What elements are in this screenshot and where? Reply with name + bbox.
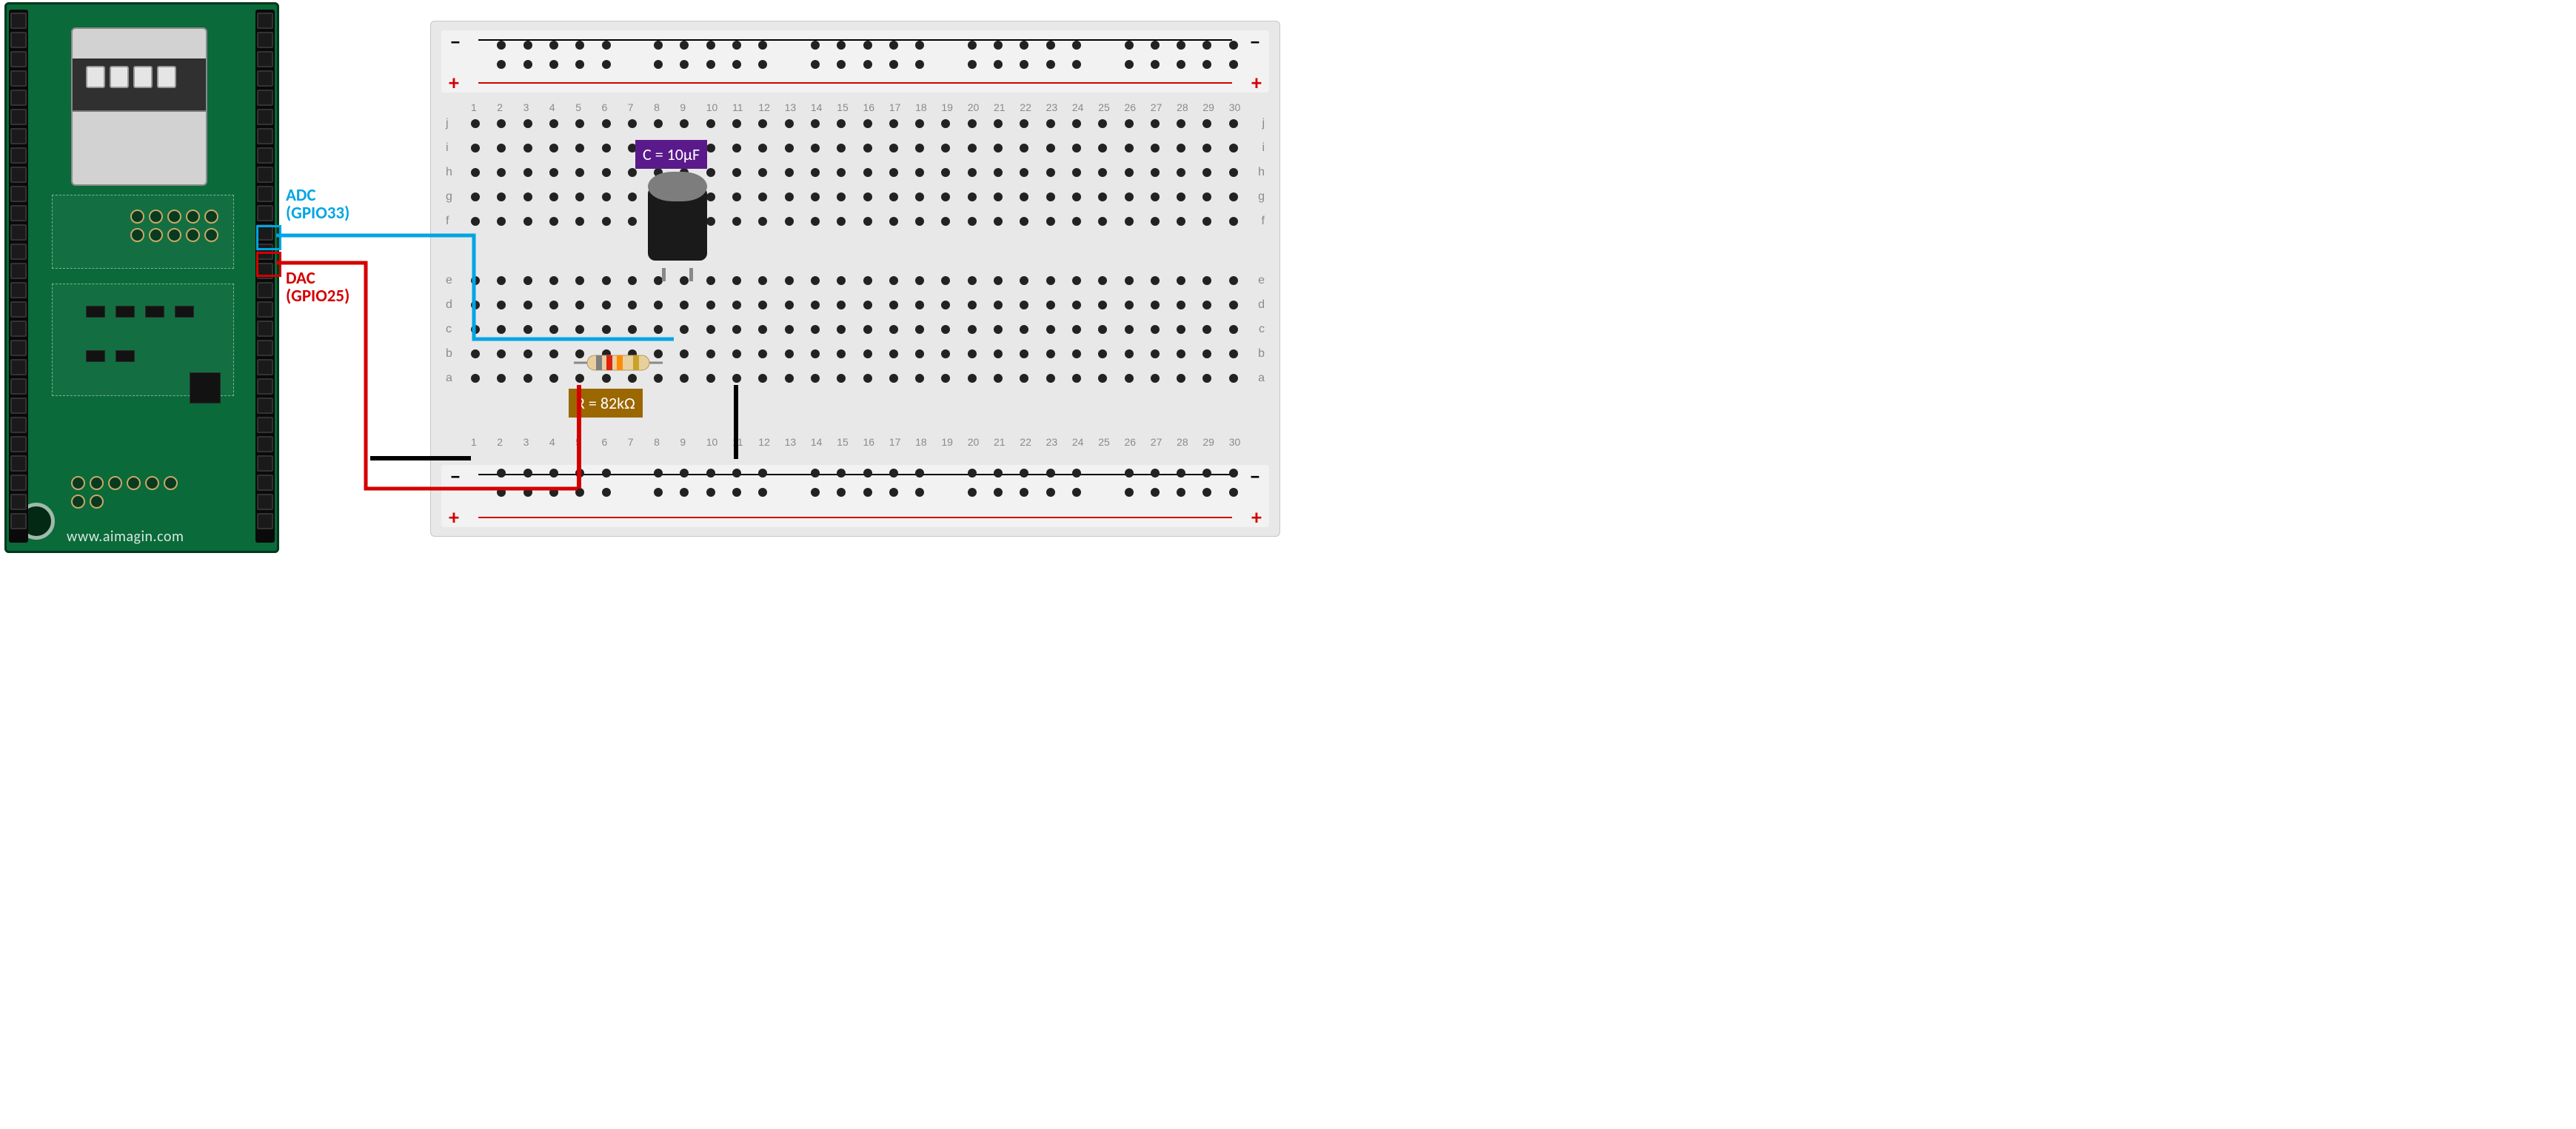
col-num-top: 2 bbox=[497, 101, 503, 113]
col-num-top: 29 bbox=[1202, 101, 1214, 113]
col-num-bottom: 14 bbox=[811, 436, 823, 448]
col-num-top: 14 bbox=[811, 101, 823, 113]
adc-pin-highlight bbox=[256, 225, 281, 250]
col-num-top: 16 bbox=[863, 101, 875, 113]
dac-label: DAC (GPIO25) bbox=[286, 269, 349, 305]
row-letter: i bbox=[1262, 141, 1265, 155]
col-num-bottom: 8 bbox=[654, 436, 660, 448]
sd-card-slot bbox=[71, 27, 207, 186]
row-letter: b bbox=[1258, 347, 1265, 361]
col-num-top: 18 bbox=[915, 101, 927, 113]
col-num-top: 25 bbox=[1098, 101, 1110, 113]
col-num-top: 1 bbox=[471, 101, 477, 113]
col-num-bottom: 11 bbox=[732, 436, 743, 448]
col-num-top: 10 bbox=[706, 101, 718, 113]
dac-gpio: (GPIO25) bbox=[286, 286, 349, 306]
col-num-top: 27 bbox=[1151, 101, 1162, 113]
col-num-top: 6 bbox=[602, 101, 608, 113]
esp32-board: /* no-op placeholder to keep template-on… bbox=[4, 2, 279, 553]
row-letter: e bbox=[446, 274, 452, 287]
board-url: www.aimagin.com bbox=[67, 528, 184, 546]
row-letter: f bbox=[1262, 215, 1265, 228]
col-num-bottom: 6 bbox=[602, 436, 608, 448]
col-num-bottom: 26 bbox=[1125, 436, 1137, 448]
col-num-top: 17 bbox=[889, 101, 901, 113]
col-num-bottom: 12 bbox=[758, 436, 770, 448]
col-num-top: 28 bbox=[1177, 101, 1188, 113]
breadboard-grid: 1122334455667788991010111112121313141415… bbox=[431, 21, 1279, 536]
col-num-bottom: 9 bbox=[680, 436, 686, 448]
col-num-bottom: 20 bbox=[968, 436, 980, 448]
col-num-top: 26 bbox=[1125, 101, 1137, 113]
capacitor bbox=[648, 172, 707, 268]
sd-slot-opening bbox=[73, 58, 206, 112]
breadboard: − − + + − − + + 112233445566778899101011… bbox=[430, 21, 1280, 537]
col-num-top: 19 bbox=[941, 101, 953, 113]
col-num-bottom: 10 bbox=[706, 436, 718, 448]
capacitor-label: C = 10µF bbox=[635, 140, 707, 169]
col-num-top: 23 bbox=[1046, 101, 1058, 113]
col-num-bottom: 30 bbox=[1229, 436, 1241, 448]
col-num-bottom: 1 bbox=[471, 436, 477, 448]
row-letter: a bbox=[1258, 372, 1265, 385]
col-num-bottom: 16 bbox=[863, 436, 875, 448]
row-letter: j bbox=[1262, 117, 1265, 130]
row-letter: d bbox=[1258, 298, 1265, 312]
col-num-top: 8 bbox=[654, 101, 660, 113]
col-num-bottom: 21 bbox=[994, 436, 1006, 448]
row-letter: c bbox=[446, 323, 452, 336]
col-num-bottom: 2 bbox=[497, 436, 503, 448]
adc-label: ADC (GPIO33) bbox=[286, 187, 349, 222]
col-num-bottom: 28 bbox=[1177, 436, 1188, 448]
row-letter: i bbox=[446, 141, 449, 155]
row-letter: g bbox=[1258, 190, 1265, 204]
col-num-bottom: 22 bbox=[1020, 436, 1031, 448]
col-num-top: 11 bbox=[732, 101, 743, 113]
row-letter: h bbox=[446, 166, 452, 179]
col-num-top: 12 bbox=[758, 101, 770, 113]
col-num-bottom: 25 bbox=[1098, 436, 1110, 448]
col-num-bottom: 24 bbox=[1072, 436, 1084, 448]
col-num-bottom: 3 bbox=[523, 436, 529, 448]
row-letter: j bbox=[446, 117, 449, 130]
col-num-bottom: 29 bbox=[1202, 436, 1214, 448]
resistor-label: R = 82kΩ bbox=[569, 389, 643, 418]
row-letter: h bbox=[1258, 166, 1265, 179]
col-num-top: 5 bbox=[575, 101, 581, 113]
col-num-bottom: 18 bbox=[915, 436, 927, 448]
col-num-bottom: 27 bbox=[1151, 436, 1162, 448]
col-num-bottom: 15 bbox=[837, 436, 849, 448]
col-num-bottom: 13 bbox=[785, 436, 797, 448]
col-num-bottom: 17 bbox=[889, 436, 901, 448]
col-num-top: 24 bbox=[1072, 101, 1084, 113]
dac-pin-highlight bbox=[256, 252, 281, 277]
col-num-top: 7 bbox=[628, 101, 634, 113]
row-letter: e bbox=[1258, 274, 1265, 287]
row-letter: d bbox=[446, 298, 452, 312]
row-letter: f bbox=[446, 215, 449, 228]
col-num-top: 30 bbox=[1229, 101, 1241, 113]
col-num-bottom: 19 bbox=[941, 436, 953, 448]
col-num-bottom: 7 bbox=[628, 436, 634, 448]
col-num-bottom: 4 bbox=[549, 436, 555, 448]
col-num-bottom: 23 bbox=[1046, 436, 1058, 448]
row-letter: a bbox=[446, 372, 452, 385]
adc-gpio: (GPIO33) bbox=[286, 203, 349, 224]
resistor bbox=[574, 354, 663, 372]
row-letter: b bbox=[446, 347, 452, 361]
col-num-top: 15 bbox=[837, 101, 849, 113]
row-letter: g bbox=[446, 190, 452, 204]
row-letter: c bbox=[1259, 323, 1265, 336]
col-num-top: 4 bbox=[549, 101, 555, 113]
col-num-bottom: 5 bbox=[575, 436, 581, 448]
col-num-top: 3 bbox=[523, 101, 529, 113]
col-num-top: 21 bbox=[994, 101, 1006, 113]
col-num-top: 9 bbox=[680, 101, 686, 113]
col-num-top: 13 bbox=[785, 101, 797, 113]
pin-header-left bbox=[9, 10, 28, 543]
col-num-top: 20 bbox=[968, 101, 980, 113]
col-num-top: 22 bbox=[1020, 101, 1031, 113]
